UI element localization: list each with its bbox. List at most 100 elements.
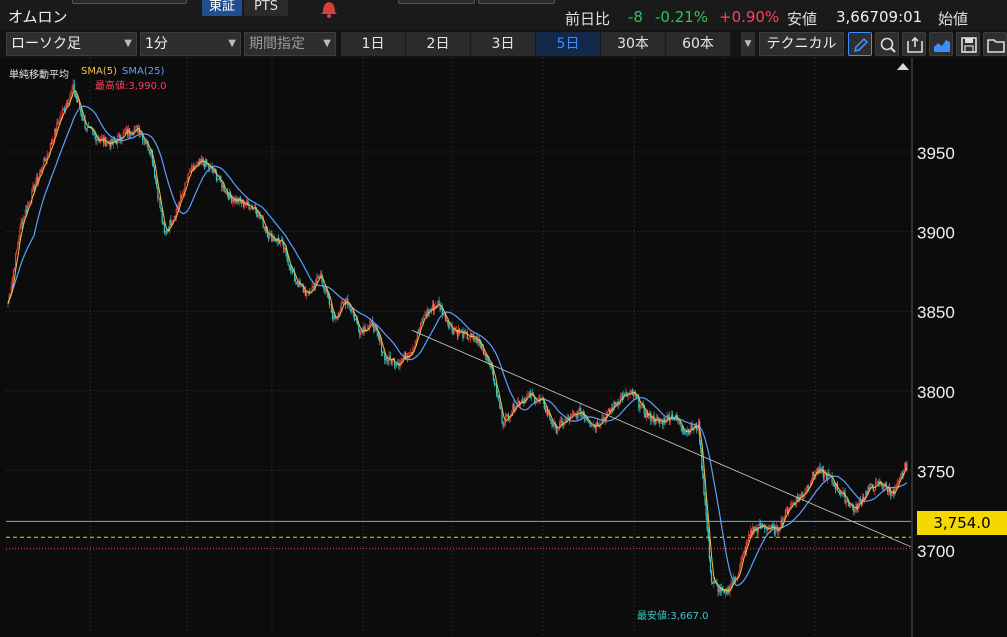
candle-body — [410, 352, 412, 355]
candle-body — [203, 162, 206, 167]
candle-body — [381, 351, 384, 353]
candle-body — [29, 202, 31, 204]
ghost-field-2[interactable] — [478, 0, 555, 4]
low-value: 3,667 — [836, 8, 879, 26]
candle-body — [799, 494, 802, 497]
candle-body — [20, 222, 22, 228]
candle-body — [227, 194, 230, 200]
chart-type-select[interactable]: ローソク足 ▼ — [6, 32, 137, 56]
candle-body — [335, 318, 337, 319]
candle-body — [218, 178, 220, 180]
candle-body — [13, 267, 16, 271]
candle-body — [561, 420, 563, 422]
candle-body — [225, 191, 227, 193]
technical-button[interactable]: テクニカル — [759, 32, 844, 56]
candle-body — [267, 236, 270, 239]
candle-body — [656, 417, 658, 419]
folder-icon[interactable] — [983, 32, 1007, 56]
interval-select[interactable]: 1分 ▼ — [140, 32, 241, 56]
range-1d[interactable]: 1日 — [341, 32, 406, 56]
candle-body — [124, 131, 126, 133]
candle-body — [742, 553, 744, 557]
period-placeholder: 期間指定 — [249, 36, 305, 52]
candle-body — [23, 217, 25, 218]
candle-body — [39, 169, 42, 174]
candle-body — [208, 164, 210, 169]
range-30bars[interactable]: 30本 — [601, 32, 666, 56]
chart-canvas[interactable]: 3950 3900 3850 3800 3750 3700 — [0, 58, 1007, 637]
search-box[interactable] — [72, 0, 187, 4]
candle-body — [882, 486, 884, 488]
candle-body — [149, 151, 151, 155]
export-icon[interactable] — [902, 32, 926, 56]
ghost-field-1[interactable] — [398, 0, 475, 4]
market-pts-button[interactable]: PTS — [244, 0, 288, 16]
candle-body — [296, 282, 298, 284]
candle-body — [80, 108, 82, 113]
candle-body — [484, 353, 486, 355]
candle-body — [71, 89, 73, 92]
y-axis: 3950 3900 3850 3800 3750 3700 — [917, 144, 955, 561]
collapse-up-icon[interactable] — [897, 63, 909, 70]
price-chart[interactable]: 3950 3900 3850 3800 3750 3700 単純移動平均 SMA(5) S… — [0, 58, 1007, 637]
candle-body — [51, 140, 54, 144]
candle-body — [186, 180, 188, 182]
candle-body — [684, 431, 687, 433]
candle-body — [795, 497, 797, 506]
candle-body — [61, 109, 63, 116]
candle-body — [359, 331, 361, 336]
period-select[interactable]: 期間指定 ▼ — [244, 32, 336, 56]
candle-body — [373, 327, 375, 332]
candle-body — [498, 395, 500, 402]
candle-body — [125, 128, 127, 132]
candle-body — [781, 519, 783, 525]
candle-body — [112, 139, 114, 145]
candle-body — [224, 191, 226, 193]
candle-body — [21, 222, 23, 225]
candle-body — [502, 421, 504, 427]
candle-body — [873, 490, 876, 491]
candle-body — [849, 505, 852, 507]
market-tse-button[interactable]: 東証 — [202, 0, 242, 16]
range-more-dropdown[interactable]: ▼ — [741, 32, 755, 56]
area-chart-icon[interactable] — [929, 32, 953, 56]
candle-body — [271, 232, 273, 242]
candle-body — [160, 207, 162, 212]
candle-body — [288, 265, 290, 267]
prev-diff-pct: -0.21% — [655, 8, 709, 26]
range-2d[interactable]: 2日 — [406, 32, 471, 56]
candle-body — [657, 418, 659, 420]
candle-body — [706, 515, 708, 531]
candle-body — [446, 320, 448, 322]
candle-body — [883, 486, 885, 488]
alert-bell-icon[interactable] — [318, 0, 340, 18]
save-icon[interactable] — [956, 32, 980, 56]
candle-body — [350, 308, 352, 312]
candle-body — [106, 143, 108, 147]
candle-body — [891, 494, 893, 497]
candle-body — [174, 216, 176, 218]
candle-body — [503, 425, 505, 427]
pen-icon[interactable] — [848, 32, 872, 56]
change-pct: +0.90% — [719, 8, 780, 26]
candle-body — [75, 95, 78, 99]
range-60bars[interactable]: 60本 — [666, 32, 731, 56]
range-3d[interactable]: 3日 — [471, 32, 536, 56]
candle-body — [527, 394, 529, 396]
candle-body — [758, 523, 760, 526]
chevron-down-icon: ▼ — [228, 38, 236, 49]
candle-body — [272, 237, 274, 242]
candle-body — [702, 468, 704, 479]
range-5d[interactable]: 5日 — [536, 32, 601, 56]
candle-body — [705, 503, 707, 516]
candle-body — [135, 125, 137, 127]
candle-body — [332, 312, 334, 320]
candle-body — [625, 392, 627, 395]
candle-body — [790, 503, 792, 508]
candle-body — [395, 363, 397, 366]
zoom-icon[interactable] — [875, 32, 899, 56]
candle-body — [707, 530, 709, 539]
candle-body — [709, 559, 712, 572]
candle-body — [365, 331, 367, 332]
candle-body — [497, 394, 499, 396]
